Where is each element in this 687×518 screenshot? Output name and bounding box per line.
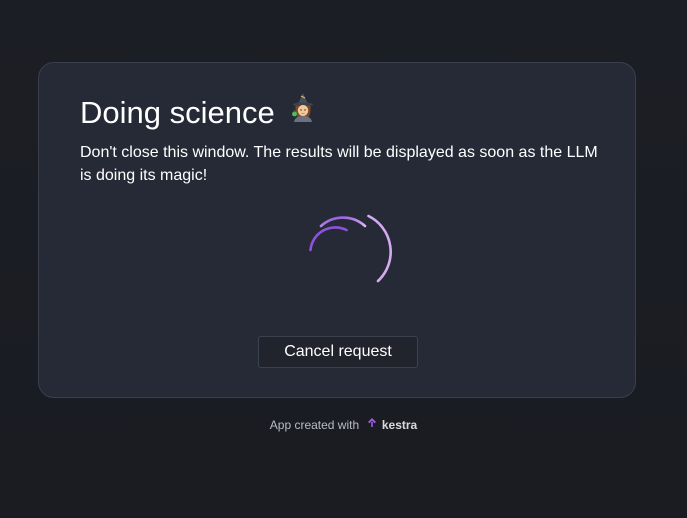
footer-text: App created with bbox=[269, 417, 360, 432]
app-page: Doing science Don't close this window. T… bbox=[0, 0, 687, 518]
kestra-brand-link[interactable]: kestra bbox=[382, 418, 417, 432]
loading-dialog: Doing science Don't close this window. T… bbox=[38, 62, 636, 398]
footer: App created with kestra bbox=[0, 416, 687, 433]
mage-icon bbox=[289, 92, 317, 132]
loading-spinner-icon bbox=[302, 208, 392, 288]
dialog-title: Doing science bbox=[80, 92, 317, 133]
kestra-logo-icon bbox=[367, 416, 377, 432]
dialog-title-text: Doing science bbox=[80, 95, 275, 130]
cancel-request-button[interactable]: Cancel request bbox=[258, 336, 418, 368]
dialog-message: Don't close this window. The results wil… bbox=[80, 144, 598, 184]
